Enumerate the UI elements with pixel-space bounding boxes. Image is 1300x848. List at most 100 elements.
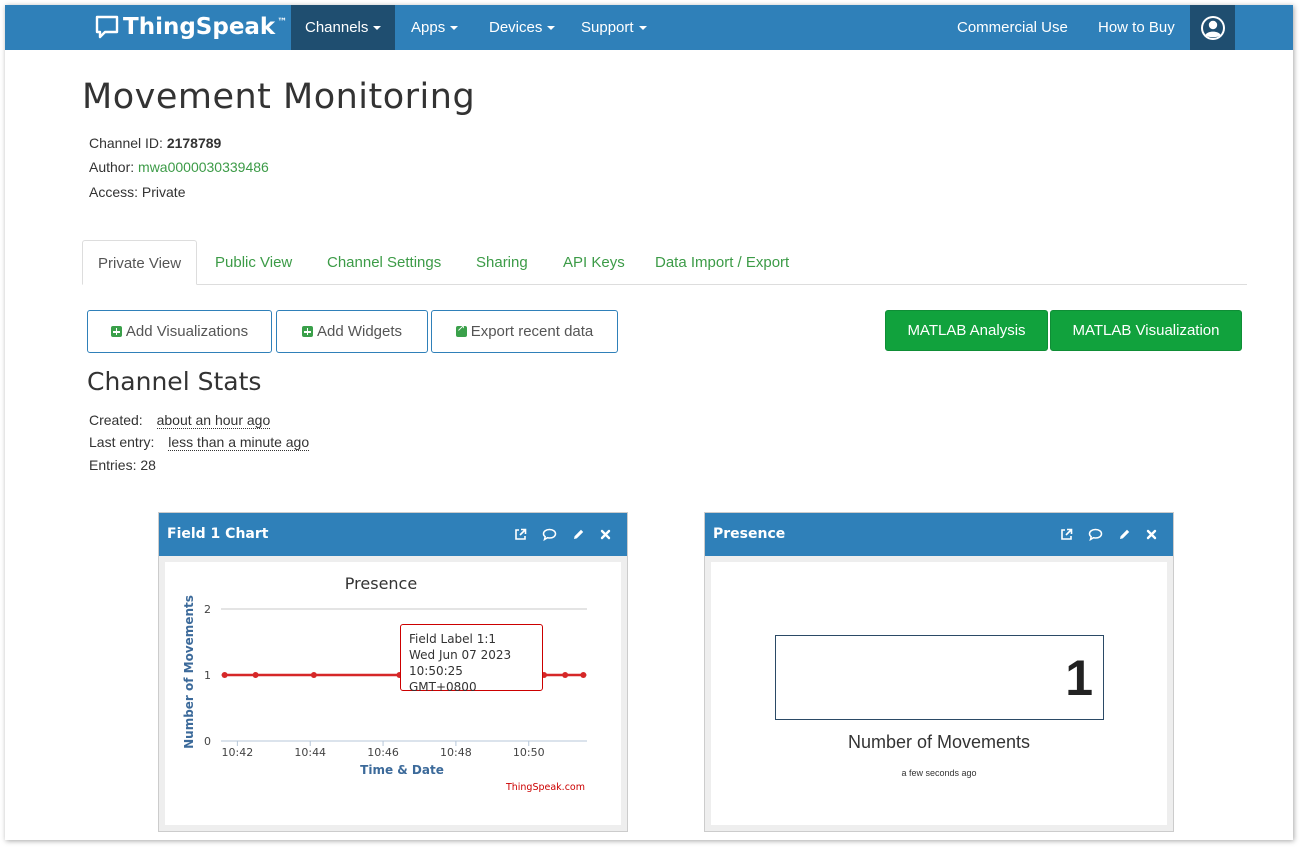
add-widgets-label: Add Widgets	[316, 323, 403, 340]
channel-author: Author: mwa0000030339486	[89, 159, 269, 175]
panel-toolbar	[1045, 513, 1157, 556]
speech-bubble-icon	[95, 15, 119, 39]
x-tick-label: 10:42	[222, 746, 254, 759]
chart-y-axis-title: Number of Movements	[182, 595, 196, 749]
x-tick-label: 10:50	[513, 746, 545, 759]
numeric-display-label: Number of Movements	[847, 732, 1031, 752]
panel-header: Presence	[705, 513, 1173, 556]
created-label: Created:	[89, 412, 143, 428]
user-avatar-icon	[1200, 15, 1225, 40]
chart-container: 0 1 2 10:42 10:44 10:46 10:48 10:50 Presence Ti…	[165, 562, 621, 825]
tooltip-line-3: 10:50:25 GMT+0800	[409, 664, 477, 694]
presence-panel: Presence 1 Number of Movements a few sec…	[704, 512, 1174, 832]
export-recent-data-button[interactable]: Export recent data	[431, 310, 618, 353]
chart-x-axis-title: Time & Date	[360, 763, 444, 777]
author-link[interactable]: mwa0000030339486	[138, 159, 269, 175]
tooltip-line-1: Field Label 1:1	[409, 632, 497, 646]
data-point	[562, 672, 569, 678]
page-title: Movement Monitoring	[82, 77, 476, 117]
x-tick-label: 10:48	[440, 746, 472, 759]
brand-trademark: ™	[277, 16, 288, 28]
panel-header: Field 1 Chart	[159, 513, 627, 556]
entries-value: 28	[140, 457, 156, 473]
chart-title: Presence	[345, 574, 417, 593]
caret-down-icon	[450, 26, 459, 31]
nav-support[interactable]: Support	[567, 5, 661, 50]
entries-label: Entries:	[89, 457, 137, 473]
tooltip-line-2: Wed Jun 07 2023	[409, 648, 512, 662]
app-window: ThingSpeak ™ Channels Apps Devices Suppo…	[5, 5, 1293, 840]
panel-body: 0 1 2 10:42 10:44 10:46 10:48 10:50 Presence Ti…	[159, 556, 627, 831]
nav-apps[interactable]: Apps	[397, 5, 472, 50]
pencil-icon[interactable]	[1118, 528, 1131, 541]
field1-chart-panel: Field 1 Chart 0 1 2 10:42 10:44 10:46 10…	[158, 512, 628, 832]
y-tick-label: 1	[204, 669, 211, 682]
tab-private-view[interactable]: Private View	[82, 240, 198, 285]
add-visualizations-label: Add Visualizations	[125, 323, 249, 340]
last-entry-value: less than a minute ago	[168, 434, 310, 451]
channel-id-value: 2178789	[166, 135, 222, 151]
nav-commercial-use[interactable]: Commercial Use	[943, 5, 1082, 50]
export-recent-label: Export recent data	[470, 323, 594, 340]
nav-channels-label: Channels	[305, 19, 369, 36]
brand-name: ThingSpeak	[123, 14, 276, 40]
last-entry-label: Last entry:	[89, 434, 155, 450]
chart-tooltip: Field Label 1:1 Wed Jun 07 2023 10:50:25…	[400, 624, 543, 694]
y-tick-label: 0	[204, 735, 211, 748]
tab-public-view[interactable]: Public View	[200, 240, 307, 285]
channel-access: Access: Private	[89, 184, 185, 200]
numeric-display-value: 1	[1065, 649, 1093, 706]
caret-down-icon	[373, 26, 382, 31]
data-point	[580, 672, 587, 678]
access-value: Private	[141, 184, 186, 200]
data-point	[221, 672, 228, 678]
comment-icon[interactable]	[542, 528, 557, 541]
stat-last-entry: Last entry: less than a minute ago	[89, 434, 310, 451]
x-tick-label: 10:46	[367, 746, 399, 759]
nav-how-to-buy[interactable]: How to Buy	[1084, 5, 1189, 50]
data-point	[310, 672, 317, 678]
tab-data-import-export[interactable]: Data Import / Export	[640, 240, 804, 285]
top-navbar: ThingSpeak ™ Channels Apps Devices Suppo…	[5, 5, 1293, 50]
stat-entries: Entries: 28	[89, 457, 156, 473]
plus-square-icon	[110, 326, 122, 337]
brand-logo[interactable]: ThingSpeak ™	[95, 12, 287, 42]
nav-devices[interactable]: Devices	[475, 5, 569, 50]
tab-api-keys[interactable]: API Keys	[548, 240, 640, 285]
stat-created: Created: about an hour ago	[89, 412, 271, 429]
tab-sharing[interactable]: Sharing	[461, 240, 543, 285]
numeric-display-box: 1	[775, 635, 1104, 720]
caret-down-icon	[638, 26, 647, 31]
x-tick-label: 10:44	[294, 746, 326, 759]
panel-toolbar	[499, 513, 611, 556]
add-widgets-button[interactable]: Add Widgets	[276, 310, 428, 353]
data-point	[252, 672, 259, 678]
access-label: Access:	[89, 184, 139, 200]
channel-id-label: Channel ID:	[89, 135, 163, 151]
presence-line-chart: 0 1 2 10:42 10:44 10:46 10:48 10:50 Presence Ti…	[182, 574, 587, 793]
matlab-analysis-button[interactable]: MATLAB Analysis	[885, 310, 1048, 351]
chart-credit[interactable]: ThingSpeak.com	[505, 782, 585, 793]
close-icon[interactable]	[1146, 529, 1157, 540]
author-label: Author:	[89, 159, 135, 175]
comment-icon[interactable]	[1088, 528, 1103, 541]
external-link-square-icon	[455, 323, 467, 337]
external-link-icon[interactable]	[1060, 528, 1073, 541]
pencil-icon[interactable]	[572, 528, 585, 541]
nav-devices-label: Devices	[489, 19, 543, 36]
channel-id: Channel ID: 2178789	[89, 135, 221, 151]
panel-title: Field 1 Chart	[167, 526, 269, 542]
caret-down-icon	[547, 26, 556, 31]
add-visualizations-button[interactable]: Add Visualizations	[87, 310, 272, 353]
panel-body: 1 Number of Movements a few seconds ago	[705, 556, 1173, 831]
panel-title: Presence	[713, 526, 786, 542]
nav-channels[interactable]: Channels	[291, 5, 396, 50]
close-icon[interactable]	[600, 529, 611, 540]
user-avatar-button[interactable]	[1190, 5, 1235, 50]
tab-channel-settings[interactable]: Channel Settings	[312, 240, 456, 285]
numeric-display-timestamp: a few seconds ago	[901, 768, 977, 778]
nav-support-label: Support	[581, 19, 634, 36]
numeric-display-container: 1 Number of Movements a few seconds ago	[711, 562, 1167, 825]
matlab-visualization-button[interactable]: MATLAB Visualization	[1050, 310, 1242, 351]
external-link-icon[interactable]	[514, 528, 527, 541]
